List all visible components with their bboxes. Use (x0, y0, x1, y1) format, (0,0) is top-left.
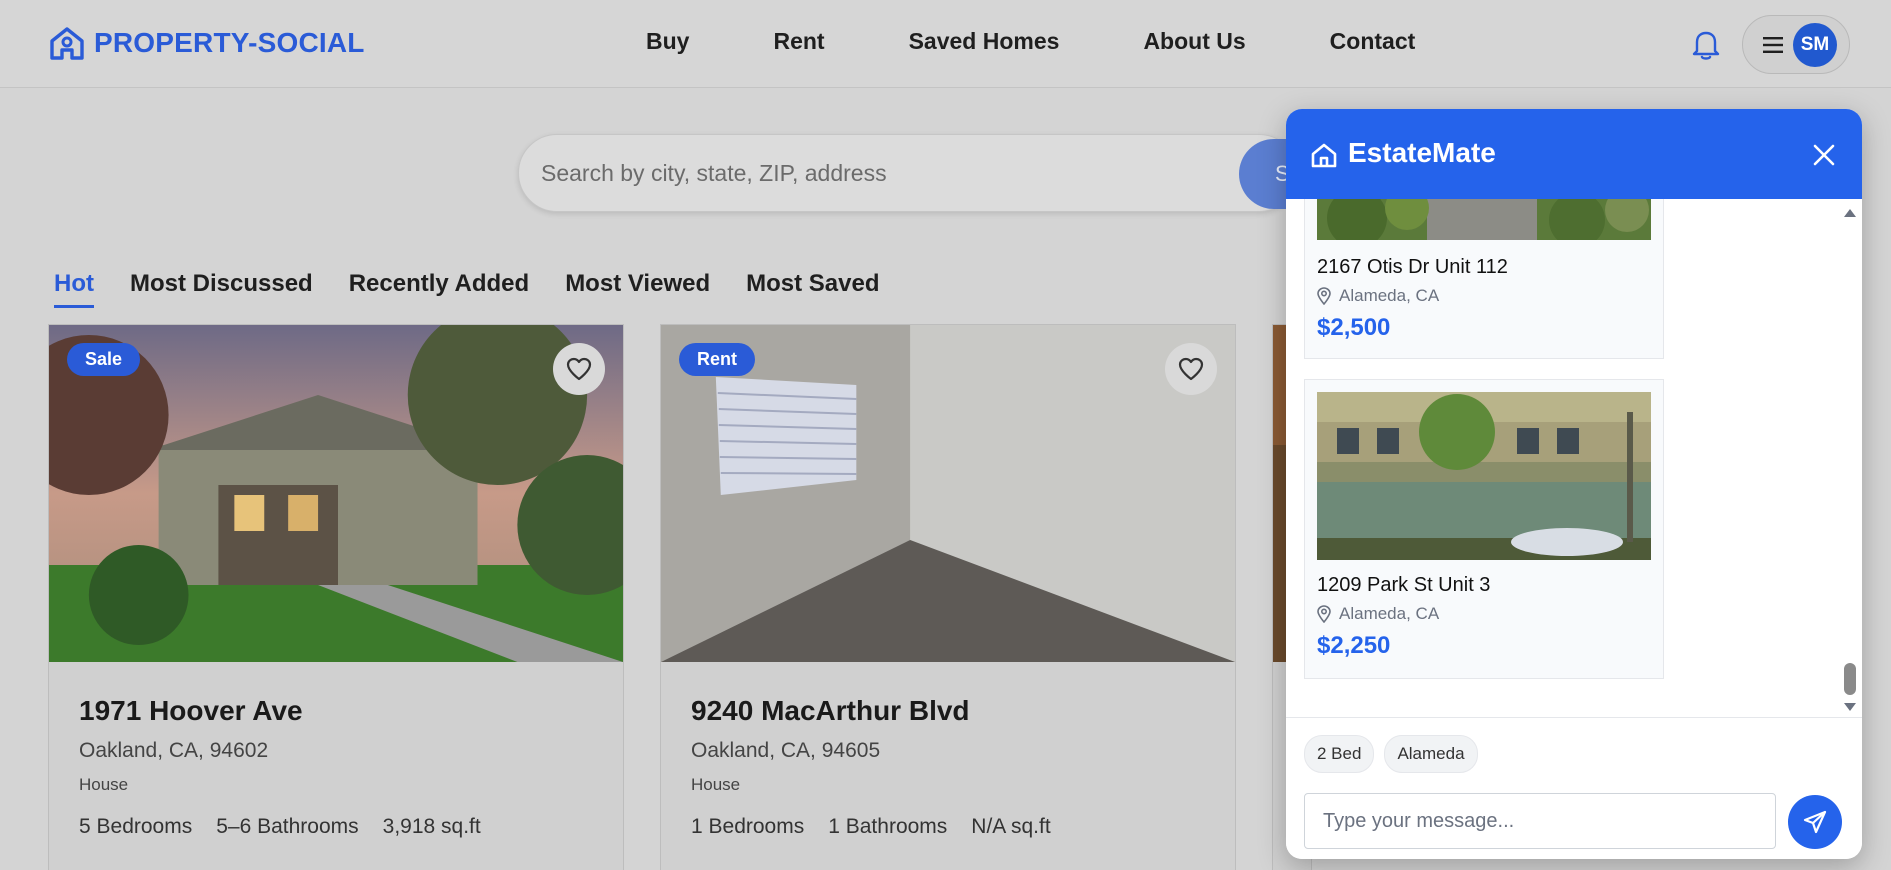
favorite-button[interactable] (1165, 343, 1217, 395)
chat-header: EstateMate (1286, 109, 1862, 199)
square-feet: N/A sq.ft (971, 815, 1051, 838)
site-logo[interactable]: PROPERTY-SOCIAL (48, 24, 365, 62)
property-stats: 1 Bedrooms 1 Bathrooms N/A sq.ft (691, 815, 1215, 839)
property-stats: 5 Bedrooms 5–6 Bathrooms 3,918 sq.ft (79, 815, 603, 839)
property-card[interactable]: Sale 1971 Hoover Ave Oakland, CA, 94602 … (48, 324, 624, 870)
category-tabs: Hot Most Discussed Recently Added Most V… (54, 270, 880, 308)
nav-buy[interactable]: Buy (646, 28, 689, 55)
chat-listing-card[interactable]: 2167 Otis Dr Unit 112 Alameda, CA $2,500 (1304, 199, 1664, 359)
nav-saved-homes[interactable]: Saved Homes (909, 28, 1060, 55)
nav-rent[interactable]: Rent (773, 28, 824, 55)
listing-photo (1317, 392, 1651, 560)
listing-type-badge: Sale (67, 343, 141, 376)
house-logo-icon (50, 27, 84, 60)
property-type: House (79, 775, 129, 794)
home-icon (1311, 143, 1337, 168)
scroll-thumb[interactable] (1844, 663, 1856, 695)
bedrooms: 1 Bedrooms (691, 815, 805, 838)
chat-scrollbar[interactable] (1842, 207, 1856, 713)
chip-2-bed[interactable]: 2 Bed (1304, 735, 1375, 773)
square-feet: 3,918 sq.ft (382, 815, 481, 838)
chat-title: EstateMate (1348, 137, 1496, 168)
property-address: Oakland, CA, 94605 (691, 739, 881, 762)
user-menu-button[interactable]: SM (1742, 15, 1850, 74)
property-card[interactable]: Rent 9240 MacArthur Blvd Oakland, CA, 94… (660, 324, 1236, 870)
map-pin-icon (1317, 287, 1331, 305)
listing-location: Alameda, CA (1317, 286, 1439, 306)
close-icon[interactable] (1812, 143, 1836, 167)
property-photo (49, 325, 623, 662)
scroll-down-arrow[interactable] (1844, 703, 1856, 711)
listing-title[interactable]: 1209 Park St Unit 3 (1317, 574, 1490, 597)
favorite-button[interactable] (553, 343, 605, 395)
avatar: SM (1793, 23, 1837, 67)
property-title[interactable]: 1971 Hoover Ave (79, 695, 603, 727)
bell-icon[interactable] (1688, 26, 1724, 62)
bathrooms: 1 Bathrooms (828, 815, 948, 838)
search-input[interactable] (541, 153, 1141, 193)
property-type: House (691, 775, 741, 794)
heart-icon (1178, 357, 1204, 381)
chat-widget: EstateMate 2167 Otis Dr Unit 112 Alameda… (1286, 109, 1862, 859)
menu-icon (1763, 37, 1783, 53)
nav-contact[interactable]: Contact (1330, 28, 1416, 55)
listing-price: $2,250 (1317, 632, 1391, 659)
tab-most-viewed[interactable]: Most Viewed (565, 270, 710, 298)
chat-messages[interactable]: 2167 Otis Dr Unit 112 Alameda, CA $2,500 (1286, 199, 1862, 717)
map-pin-icon (1317, 605, 1331, 623)
listing-type-badge: Rent (679, 343, 755, 376)
main-nav: Buy Rent Saved Homes About Us Contact (646, 28, 1415, 55)
search-bar: S (518, 134, 1359, 212)
site-logo-text: PROPERTY-SOCIAL (94, 27, 365, 58)
tab-most-discussed[interactable]: Most Discussed (130, 270, 313, 298)
chip-alameda[interactable]: Alameda (1384, 735, 1478, 773)
tab-most-saved[interactable]: Most Saved (746, 270, 879, 298)
property-photo (661, 325, 1235, 662)
property-address: Oakland, CA, 94602 (79, 739, 269, 762)
tab-hot[interactable]: Hot (54, 270, 94, 308)
listing-price: $2,500 (1317, 314, 1391, 341)
suggestion-chips: 2 Bed Alameda (1304, 735, 1478, 773)
top-header: PROPERTY-SOCIAL Buy Rent Saved Homes Abo… (0, 0, 1891, 88)
chat-listing-card[interactable]: 1209 Park St Unit 3 Alameda, CA $2,250 (1304, 379, 1664, 679)
scroll-up-arrow[interactable] (1844, 209, 1856, 217)
property-title[interactable]: 9240 MacArthur Blvd (691, 695, 1215, 727)
send-icon (1803, 810, 1827, 834)
tab-recently-added[interactable]: Recently Added (349, 270, 529, 298)
chat-footer: 2 Bed Alameda (1286, 717, 1862, 859)
message-input[interactable] (1304, 793, 1776, 849)
listing-location: Alameda, CA (1317, 604, 1439, 624)
bathrooms: 5–6 Bathrooms (216, 815, 359, 838)
heart-icon (566, 357, 592, 381)
bedrooms: 5 Bedrooms (79, 815, 193, 838)
listing-photo (1317, 199, 1651, 240)
nav-about-us[interactable]: About Us (1143, 28, 1245, 55)
send-button[interactable] (1788, 795, 1842, 849)
listing-title[interactable]: 2167 Otis Dr Unit 112 (1317, 256, 1508, 279)
